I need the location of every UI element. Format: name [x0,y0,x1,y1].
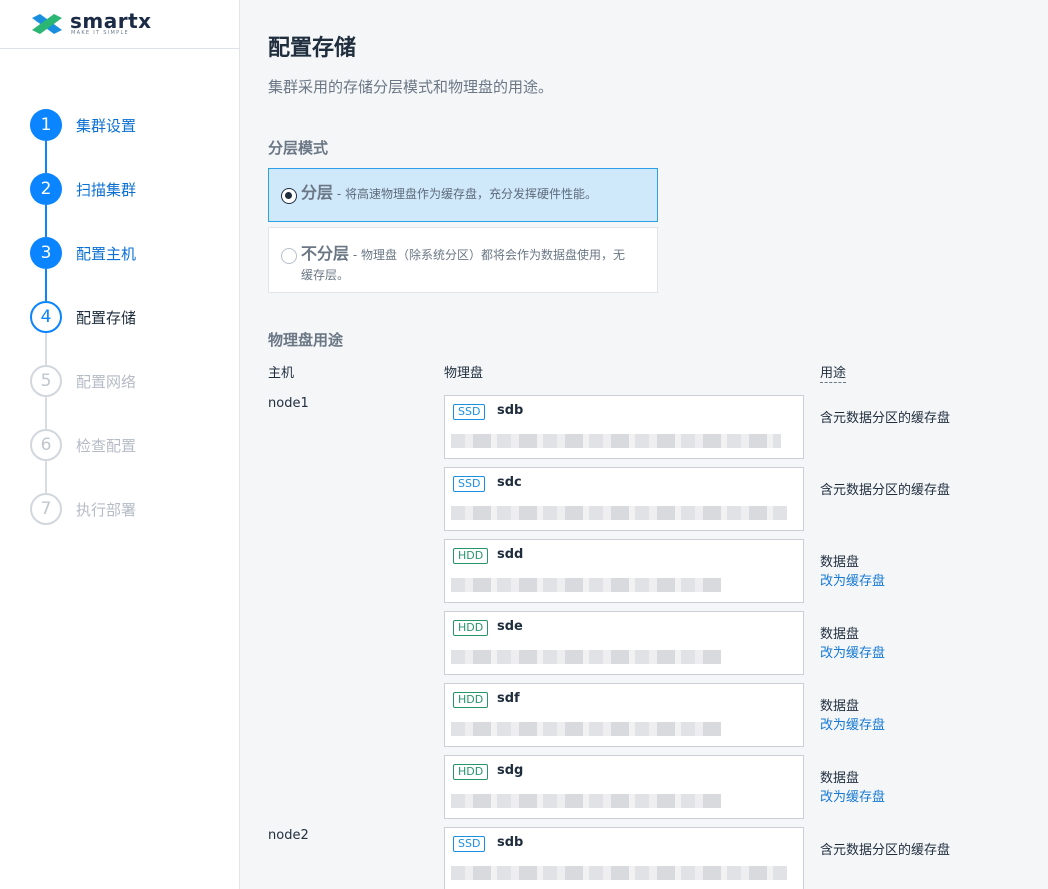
host-name: node1 [268,396,309,411]
step-label: 配置存储 [76,309,137,327]
disk-usage-cell: 含元数据分区的缓存盘 [820,481,960,500]
disk-usage-cell: 数据盘 改为缓存盘 [820,625,960,663]
disk-usage-title: 物理盘用途 [268,331,344,349]
step-number: 5 [30,365,62,397]
option-name: 不分层 [301,244,350,263]
step-configure-hosts[interactable]: 3 配置主机 [30,237,230,269]
blurred-disk-details [451,794,721,808]
step-label: 扫描集群 [76,181,137,199]
blurred-disk-details [451,866,787,880]
disk-type-badge: HDD [453,548,489,564]
option-desc: - 物理盘（除系统分区）都将会作为数据盘使用，无缓存层。 [301,248,625,282]
step-number: 7 [30,493,62,525]
step-label: 检查配置 [76,437,137,455]
step-connector [45,461,47,493]
disk-type-badge: HDD [453,692,489,708]
change-to-cache-link[interactable]: 改为缓存盘 [820,788,960,807]
logo-bar: smartx MAKE IT SIMPLE [0,0,239,49]
blurred-disk-details [451,650,721,664]
disk-usage-cell: 数据盘 改为缓存盘 [820,697,960,735]
page-description: 集群采用的存储分层模式和物理盘的用途。 [268,78,554,96]
page-title: 配置存储 [268,36,357,61]
smartx-logo-icon [32,14,62,34]
step-connector [45,269,47,301]
disk-usage-cell: 含元数据分区的缓存盘 [820,841,960,860]
disk-usage-cell: 数据盘 改为缓存盘 [820,769,960,807]
disk-card: HDD sdf [444,683,804,747]
blurred-disk-details [451,434,781,448]
tier-mode-option-tiered[interactable]: 分层 - 将高速物理盘作为缓存盘，充分发挥硬件性能。 [268,168,658,222]
option-name: 分层 [301,183,334,202]
column-header-usage: 用途 [820,362,847,383]
step-number: 1 [30,109,62,141]
disk-usage-text: 数据盘 [820,699,860,714]
column-header-host: 主机 [268,366,295,381]
disk-type-badge: SSD [453,404,486,420]
disk-name: sdd [497,547,524,562]
disk-usage-cell: 数据盘 改为缓存盘 [820,553,960,591]
step-connector [45,141,47,173]
host-name: node2 [268,828,309,843]
step-number: 4 [30,301,62,333]
blurred-disk-details [451,722,721,736]
step-label: 配置网络 [76,373,137,391]
option-desc: - 将高速物理盘作为缓存盘，充分发挥硬件性能。 [333,187,597,201]
disk-name: sde [497,619,523,634]
disk-name: sdf [497,691,520,706]
step-number: 6 [30,429,62,461]
disk-type-badge: SSD [453,476,486,492]
disk-usage-cell: 含元数据分区的缓存盘 [820,409,960,428]
disk-card: SSD sdb [444,827,804,889]
step-cluster-settings[interactable]: 1 集群设置 [30,109,230,141]
disk-type-badge: HDD [453,620,489,636]
tier-mode-title: 分层模式 [268,139,329,157]
step-number: 2 [30,173,62,205]
disk-name: sdb [497,835,524,850]
radio-unchecked-icon[interactable] [281,248,297,264]
disk-name: sdc [497,475,522,490]
step-connector [45,397,47,429]
step-configure-network: 5 配置网络 [30,365,230,397]
disk-name: sdb [497,403,524,418]
disk-card: SSD sdb [444,395,804,459]
step-check-config: 6 检查配置 [30,429,230,461]
blurred-disk-details [451,506,787,520]
disk-name: sdg [497,763,524,778]
step-deploy: 7 执行部署 [30,493,230,525]
blurred-disk-details [451,578,721,592]
radio-checked-icon[interactable] [281,188,297,204]
brand-tagline: MAKE IT SIMPLE [71,30,130,36]
change-to-cache-link[interactable]: 改为缓存盘 [820,716,960,735]
disk-usage-text: 含元数据分区的缓存盘 [820,411,951,426]
disk-usage-text: 含元数据分区的缓存盘 [820,483,951,498]
disk-card: HDD sde [444,611,804,675]
disk-card: HDD sdd [444,539,804,603]
sidebar: smartx MAKE IT SIMPLE 1 集群设置 2 扫描集群 3 配置… [0,0,240,889]
step-label: 配置主机 [76,245,137,263]
disk-type-badge: SSD [453,836,486,852]
disk-card: HDD sdg [444,755,804,819]
column-header-disk: 物理盘 [444,366,484,381]
disk-usage-text: 数据盘 [820,771,860,786]
step-connector [45,205,47,237]
disk-usage-text: 含元数据分区的缓存盘 [820,843,951,858]
disk-type-badge: HDD [453,764,489,780]
step-connector [45,333,47,365]
step-number: 3 [30,237,62,269]
step-label: 集群设置 [76,117,137,135]
disk-usage-text: 数据盘 [820,555,860,570]
step-label: 执行部署 [76,501,137,519]
disk-card: SSD sdc [444,467,804,531]
change-to-cache-link[interactable]: 改为缓存盘 [820,572,960,591]
step-scan-cluster[interactable]: 2 扫描集群 [30,173,230,205]
disk-usage-text: 数据盘 [820,627,860,642]
tier-mode-option-untiered[interactable]: 不分层 - 物理盘（除系统分区）都将会作为数据盘使用，无缓存层。 [268,227,658,293]
step-configure-storage[interactable]: 4 配置存储 [30,301,230,333]
change-to-cache-link[interactable]: 改为缓存盘 [820,644,960,663]
